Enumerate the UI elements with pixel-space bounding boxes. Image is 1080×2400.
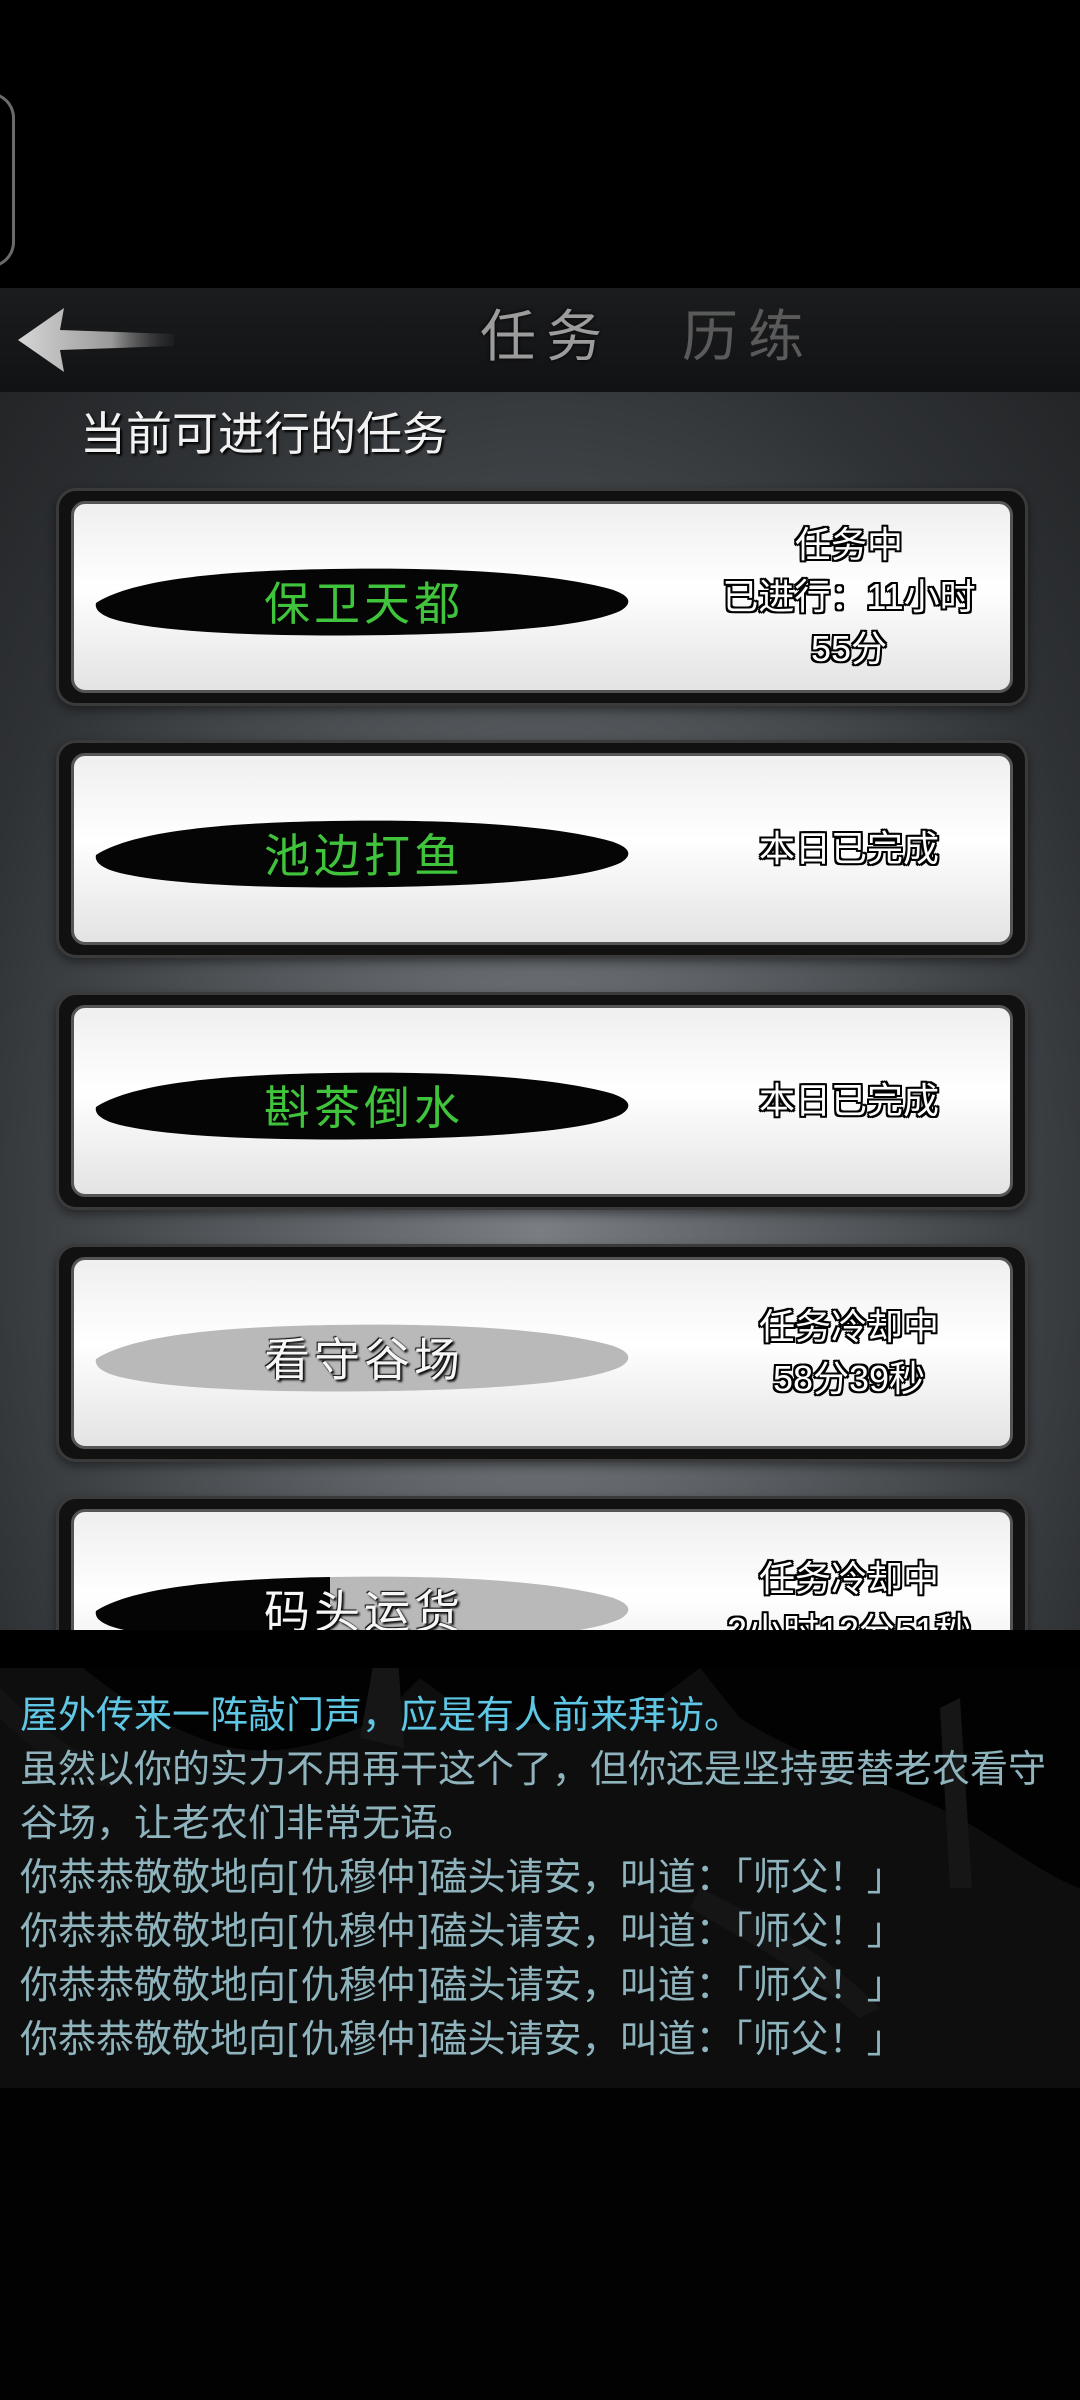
task-name: 斟茶倒水 (264, 1081, 464, 1135)
task-status-line: 本日已完成 (758, 828, 939, 869)
log-line: 屋外传来一阵敲门声，应是有人前来拜访。 (20, 1693, 743, 1737)
task-status: 本日已完成 (684, 756, 1014, 942)
task-card[interactable]: 斟茶倒水 本日已完成 (56, 992, 1028, 1210)
task-status-line: 任务冷却中 (758, 1558, 939, 1599)
task-card-panel: 看守谷场 任务冷却中 58分39秒 (71, 1257, 1013, 1449)
task-status-line: 2小时12分51秒 (727, 1605, 971, 1630)
log-line: 你恭恭敬敬地向[仇穆仲]磕头请安，叫道：「师父！」 (20, 1909, 905, 1953)
task-name: 看守谷场 (264, 1333, 464, 1387)
back-arrow-icon (18, 308, 174, 372)
task-status-line: 58分39秒 (772, 1358, 926, 1399)
task-status-line: 已进行：11小时 (722, 576, 976, 617)
task-list-area: 当前可进行的任务 保卫天都 任务中 已进行：11小时 55分 池边打鱼 本日已完成 斟茶倒水… (0, 392, 1080, 1630)
task-card-panel: 码头运货 任务冷却中 2小时12分51秒 (71, 1509, 1013, 1630)
task-card[interactable]: 看守谷场 任务冷却中 58分39秒 (56, 1244, 1028, 1462)
task-card-panel: 保卫天都 任务中已进行：11小时 55分 (71, 501, 1013, 693)
message-log: 屋外传来一阵敲门声，应是有人前来拜访。虽然以你的实力不用再干这个了，但你还是坚持… (0, 1668, 1080, 2400)
side-frame-decoration (0, 92, 15, 268)
task-status-line: 任务中 (794, 524, 903, 565)
task-name: 保卫天都 (264, 577, 464, 631)
log-line: 虽然以你的实力不用再干这个了，但你还是坚持要替老农看守谷场，让老农们非常无语。 (20, 1747, 1047, 1845)
section-title: 当前可进行的任务 (80, 407, 448, 461)
log-line: 你恭恭敬敬地向[仇穆仲]磕头请安，叫道：「师父！」 (20, 1855, 905, 1899)
task-card[interactable]: 池边打鱼 本日已完成 (56, 740, 1028, 958)
back-button[interactable] (14, 304, 184, 376)
log-line: 你恭恭敬敬地向[仇穆仲]磕头请安，叫道：「师父！」 (20, 2017, 905, 2061)
task-status-line: 本日已完成 (758, 1080, 939, 1121)
task-status: 任务中已进行：11小时 55分 (684, 504, 1014, 690)
header-bar: 任务 历练 (0, 288, 1080, 395)
task-status: 任务冷却中 58分39秒 (684, 1260, 1014, 1446)
task-name: 码头运货 (264, 1585, 464, 1630)
task-card[interactable]: 码头运货 任务冷却中 2小时12分51秒 (56, 1496, 1028, 1630)
log-line: 你恭恭敬敬地向[仇穆仲]磕头请安，叫道：「师父！」 (20, 1963, 905, 2007)
tab-task[interactable]: 任务 (480, 302, 612, 374)
task-card[interactable]: 保卫天都 任务中已进行：11小时 55分 (56, 488, 1028, 706)
log-lines: 屋外传来一阵敲门声，应是有人前来拜访。虽然以你的实力不用再干这个了，但你还是坚持… (20, 1688, 1060, 2066)
task-card-panel: 池边打鱼 本日已完成 (71, 753, 1013, 945)
task-name: 池边打鱼 (264, 829, 464, 883)
task-status: 本日已完成 (684, 1008, 1014, 1194)
task-status-line: 任务冷却中 (758, 1306, 939, 1347)
task-card-panel: 斟茶倒水 本日已完成 (71, 1005, 1013, 1197)
status-bar-area (0, 0, 1080, 288)
tab-training[interactable]: 历练 (682, 302, 814, 374)
task-status: 任务冷却中 2小时12分51秒 (684, 1512, 1014, 1630)
task-status-line: 55分 (810, 628, 888, 669)
